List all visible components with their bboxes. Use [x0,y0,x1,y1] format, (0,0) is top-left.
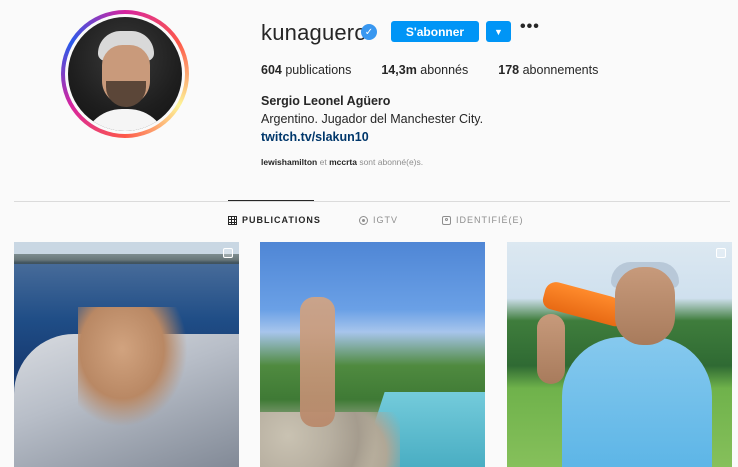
profile-stats: 604 publications 14,3m abonnés 178 abonn… [261,63,628,77]
grid-icon [228,215,237,225]
posts-label: publications [285,63,352,77]
post-3-shirt [562,337,712,467]
post-thumbnail-1[interactable] [14,242,239,467]
tabs-divider [14,201,730,202]
followed-by-conj: et [319,157,327,167]
post-1-shore [14,254,239,264]
full-name: Sergio Leonel Agüero [261,94,391,108]
posts-stat: 604 publications [261,63,351,77]
tab-tagged-label: IDENTIFIÉ(E) [456,215,524,225]
active-tab-indicator [228,200,314,201]
post-1-person [78,307,188,427]
avatar-inner [65,14,185,134]
igtv-icon [359,215,368,225]
following-count: 178 [498,63,520,77]
followed-by-user-1[interactable]: lewishamilton [261,157,317,167]
username: kunaguero [261,20,367,45]
profile-link[interactable]: twitch.tv/slakun10 [261,130,369,144]
tab-igtv-label: IGTV [373,215,399,225]
followers-stat[interactable]: 14,3m abonnés [381,63,468,77]
bio: Argentino. Jugador del Manchester City. [261,112,484,126]
tab-tagged[interactable]: IDENTIFIÉ(E) [442,215,524,225]
carousel-icon [223,248,233,258]
more-options-icon[interactable]: ••• [520,18,540,36]
tagged-icon [442,215,451,225]
post-thumbnail-3[interactable] [507,242,732,467]
post-3-head [615,267,675,345]
follow-button[interactable]: S'abonner [391,21,479,42]
verified-badge-icon: ✓ [361,24,377,40]
profile-avatar-ring[interactable] [61,10,189,138]
carousel-icon [716,248,726,258]
suggested-accounts-dropdown-button[interactable]: ▼ [486,21,511,42]
followed-by[interactable]: lewishamilton et mccrta sont abonné(e)s. [261,157,423,167]
following-label: abonnements [522,63,599,77]
post-thumbnail-2[interactable] [260,242,485,467]
tab-publications[interactable]: PUBLICATIONS [228,215,321,225]
avatar [68,17,182,131]
avatar-beard [106,81,146,107]
profile-tabs: PUBLICATIONS IGTV IDENTIFIÉ(E) [0,215,738,229]
followed-by-suffix: sont abonné(e)s. [359,157,424,167]
followers-label: abonnés [420,63,469,77]
avatar-shirt [82,109,168,131]
followed-by-user-2[interactable]: mccrta [329,157,357,167]
tab-publications-label: PUBLICATIONS [242,215,321,225]
following-stat[interactable]: 178 abonnements [498,63,598,77]
post-2-person [300,297,335,427]
tab-igtv[interactable]: IGTV [359,215,398,225]
post-3-hand [537,314,565,384]
followers-count: 14,3m [381,63,417,77]
posts-count: 604 [261,63,282,77]
